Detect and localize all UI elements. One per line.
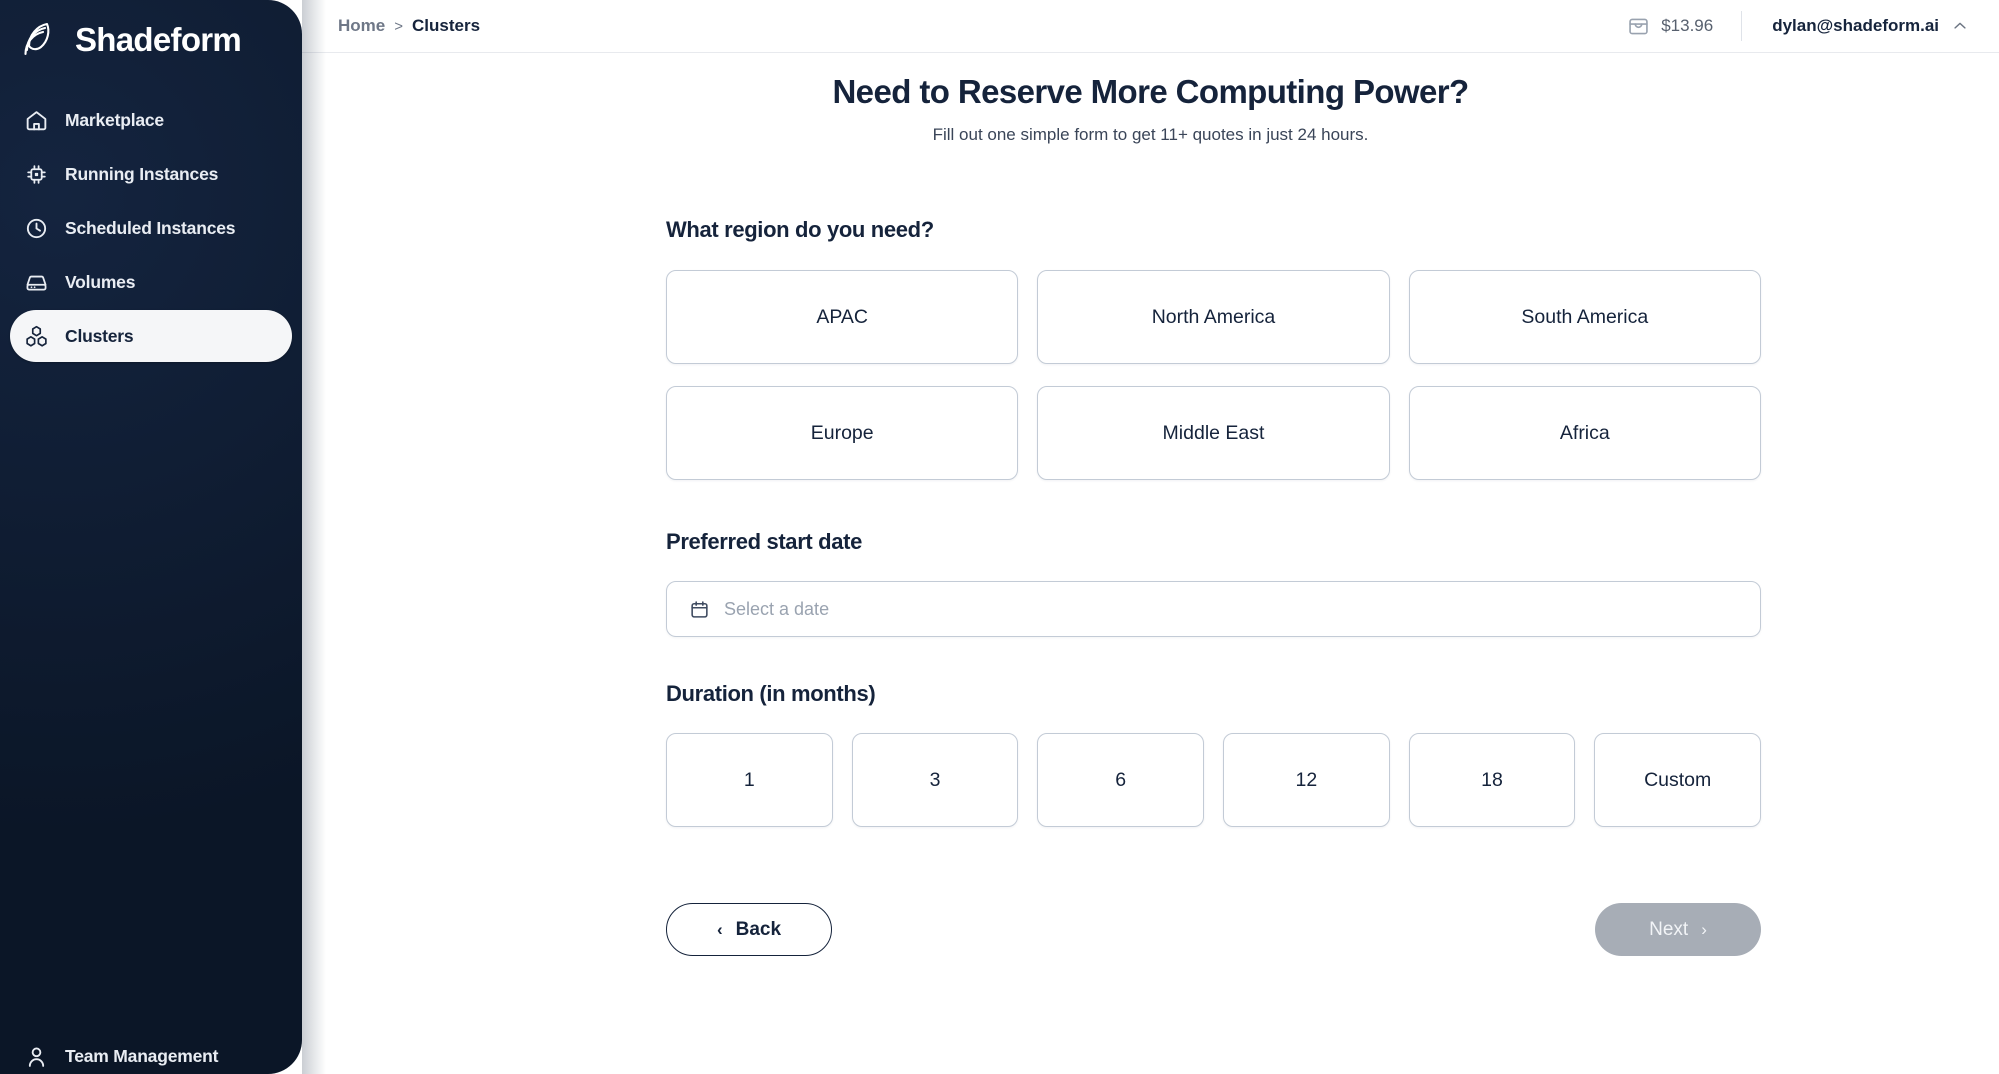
chevron-left-icon: ‹ <box>716 920 723 939</box>
main-area: Home > Clusters $13.96 dylan@shadeform.a… <box>302 0 1999 1074</box>
cubes-icon <box>24 324 49 349</box>
sidebar-nav: Marketplace Running Instances Scheduled … <box>0 94 302 362</box>
topbar-right: $13.96 dylan@shadeform.ai <box>1627 11 1969 41</box>
duration-option-12[interactable]: 12 <box>1223 733 1390 827</box>
shadeform-logo-icon <box>20 19 62 61</box>
account-menu[interactable]: dylan@shadeform.ai <box>1742 16 1969 36</box>
back-button-label: Back <box>735 918 782 940</box>
duration-option-3[interactable]: 3 <box>851 733 1019 827</box>
breadcrumb-current: Clusters <box>412 16 481 35</box>
topbar: Home > Clusters $13.96 dylan@shadeform.a… <box>302 0 1999 53</box>
sidebar: Shadeform Marketplace Running Instances … <box>0 0 302 1074</box>
sidebar-item-marketplace[interactable]: Marketplace <box>10 94 292 146</box>
sidebar-item-label: Clusters <box>65 325 134 346</box>
sidebar-item-label: Marketplace <box>65 109 164 130</box>
reservation-form: What region do you need? APAC North Amer… <box>666 217 1761 956</box>
page-content: Need to Reserve More Computing Power? Fi… <box>302 53 1999 1074</box>
account-email: dylan@shadeform.ai <box>1772 16 1939 35</box>
duration-option-6[interactable]: 6 <box>1037 733 1204 827</box>
balance-amount: $13.96 <box>1661 16 1714 35</box>
sidebar-item-clusters[interactable]: Clusters <box>10 310 292 362</box>
region-label: What region do you need? <box>666 217 934 242</box>
duration-section: Duration (in months) 1 3 6 12 18 Custom <box>666 681 1761 827</box>
page-subtitle: Fill out one simple form to get 11+ quot… <box>932 125 1369 144</box>
region-options: APAC North America South America Europe … <box>666 270 1761 480</box>
app-root: Shadeform Marketplace Running Instances … <box>0 0 1999 1074</box>
clock-icon <box>24 216 49 241</box>
duration-option-18[interactable]: 18 <box>1408 733 1576 827</box>
chip-icon <box>24 162 49 187</box>
sidebar-item-label: Scheduled Instances <box>65 217 236 238</box>
next-button[interactable]: Next › <box>1595 903 1761 956</box>
sidebar-bottom: Team Management <box>10 1030 292 1074</box>
user-icon <box>24 1044 49 1069</box>
region-option-middle-east[interactable]: Middle East <box>1037 386 1390 480</box>
sidebar-item-label: Running Instances <box>65 163 219 184</box>
sidebar-item-running-instances[interactable]: Running Instances <box>10 148 292 200</box>
breadcrumb: Home > Clusters <box>338 16 480 36</box>
sidebar-item-scheduled-instances[interactable]: Scheduled Instances <box>10 202 292 254</box>
duration-option-custom[interactable]: Custom <box>1594 733 1761 827</box>
inbox-icon <box>1627 15 1650 38</box>
breadcrumb-home[interactable]: Home <box>338 16 385 36</box>
form-actions: ‹ Back Next › <box>666 903 1761 956</box>
duration-option-1[interactable]: 1 <box>666 733 833 827</box>
page-title: Need to Reserve More Computing Power? <box>832 73 1469 110</box>
sidebar-item-volumes[interactable]: Volumes <box>10 256 292 308</box>
home-icon <box>24 108 49 133</box>
region-option-south-america[interactable]: South America <box>1408 270 1761 364</box>
sidebar-item-label: Team Management <box>65 1045 219 1066</box>
start-date-placeholder: Select a date <box>724 598 830 619</box>
drive-icon <box>24 270 49 295</box>
calendar-icon <box>689 599 710 620</box>
region-option-apac[interactable]: APAC <box>666 270 1019 364</box>
region-option-north-america[interactable]: North America <box>1037 270 1390 364</box>
chevron-up-icon <box>1951 17 1969 35</box>
region-option-europe[interactable]: Europe <box>666 386 1019 480</box>
sidebar-item-team-management[interactable]: Team Management <box>10 1030 292 1074</box>
brand[interactable]: Shadeform <box>0 0 302 66</box>
region-option-africa[interactable]: Africa <box>1408 386 1761 480</box>
chevron-right-icon: › <box>1701 920 1707 939</box>
brand-name: Shadeform <box>75 21 242 58</box>
page-header: Need to Reserve More Computing Power? Fi… <box>302 53 1999 145</box>
chevron-right-icon: > <box>394 17 403 35</box>
sidebar-item-label: Volumes <box>65 271 136 292</box>
duration-options: 1 3 6 12 18 Custom <box>666 733 1761 827</box>
account-balance[interactable]: $13.96 <box>1627 11 1743 41</box>
back-button[interactable]: ‹ Back <box>666 903 832 956</box>
start-date-label: Preferred start date <box>666 529 862 554</box>
next-button-label: Next <box>1649 918 1689 940</box>
region-section: What region do you need? APAC North Amer… <box>666 217 1761 480</box>
start-date-input[interactable]: Select a date <box>666 581 1761 637</box>
start-date-section: Preferred start date Select a date <box>666 529 1761 637</box>
duration-label: Duration (in months) <box>666 681 876 706</box>
